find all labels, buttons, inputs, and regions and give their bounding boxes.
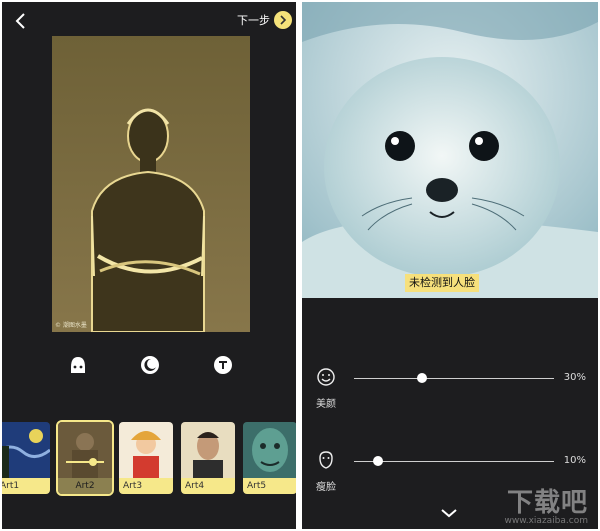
slim-face-value: 10% <box>563 455 586 466</box>
art2-thumbnail <box>58 422 112 478</box>
style-label: Art4 <box>181 478 235 494</box>
slim-face-icon <box>319 451 333 469</box>
text-t-icon[interactable] <box>212 354 234 376</box>
green-face-thumbnail <box>243 422 296 478</box>
style-label: Art3 <box>119 478 173 494</box>
back-icon[interactable] <box>10 10 32 32</box>
smile-face-icon <box>317 368 335 386</box>
beauty-slider-knob[interactable] <box>417 373 427 383</box>
slim-face-label: 瘦脸 <box>316 482 336 493</box>
seal-photo <box>302 2 598 298</box>
style-item-art2[interactable]: Art2 <box>56 420 114 496</box>
slim-face-slider[interactable] <box>354 456 554 466</box>
watermark-brand: 下载吧 <box>506 488 588 518</box>
watermark-url: www.xiazaiba.com <box>504 516 588 526</box>
style-item-art3[interactable]: Art3 <box>119 422 173 494</box>
next-step-label: 下一步 <box>237 14 270 27</box>
beauty-label: 美颜 <box>316 399 336 410</box>
anime-thumbnail <box>119 422 173 478</box>
style-item-art4[interactable]: Art4 <box>181 422 235 494</box>
style-strip: Art1 Art2 Art3 Art4 Art5 <box>2 420 296 498</box>
face-mask-icon[interactable] <box>67 354 89 376</box>
comic-portrait-thumbnail <box>181 422 235 478</box>
style-label: Art2 <box>58 478 112 494</box>
no-face-detected-notice: 未检测到人脸 <box>405 274 479 292</box>
chevron-down-icon[interactable] <box>440 508 458 518</box>
edited-photo: © 潮图水墨 <box>52 36 250 332</box>
photo-watermark: © 潮图水墨 <box>55 322 87 329</box>
right-screen: 未检测到人脸 美颜 30% 瘦脸 10% 下载吧 www.xiazaiba.co… <box>302 2 598 529</box>
beauty-slider[interactable] <box>354 373 554 383</box>
style-label: Art1 <box>2 478 50 494</box>
style-label: Art5 <box>243 478 296 494</box>
starry-night-thumbnail <box>2 422 50 478</box>
next-step-button[interactable]: 下一步 <box>237 11 292 29</box>
slim-face-slider-knob[interactable] <box>373 456 383 466</box>
style-item-art1[interactable]: Art1 <box>2 422 50 494</box>
person-illustration <box>52 36 250 332</box>
left-screen: 下一步 © 潮图水墨 Art1 Art2 Art3 Art4 Art5 <box>2 2 296 529</box>
chevron-right-circle-icon <box>274 11 292 29</box>
beauty-value: 30% <box>563 372 586 383</box>
seal-illustration <box>302 2 598 298</box>
moon-icon[interactable] <box>139 354 161 376</box>
style-item-art5[interactable]: Art5 <box>243 422 296 494</box>
